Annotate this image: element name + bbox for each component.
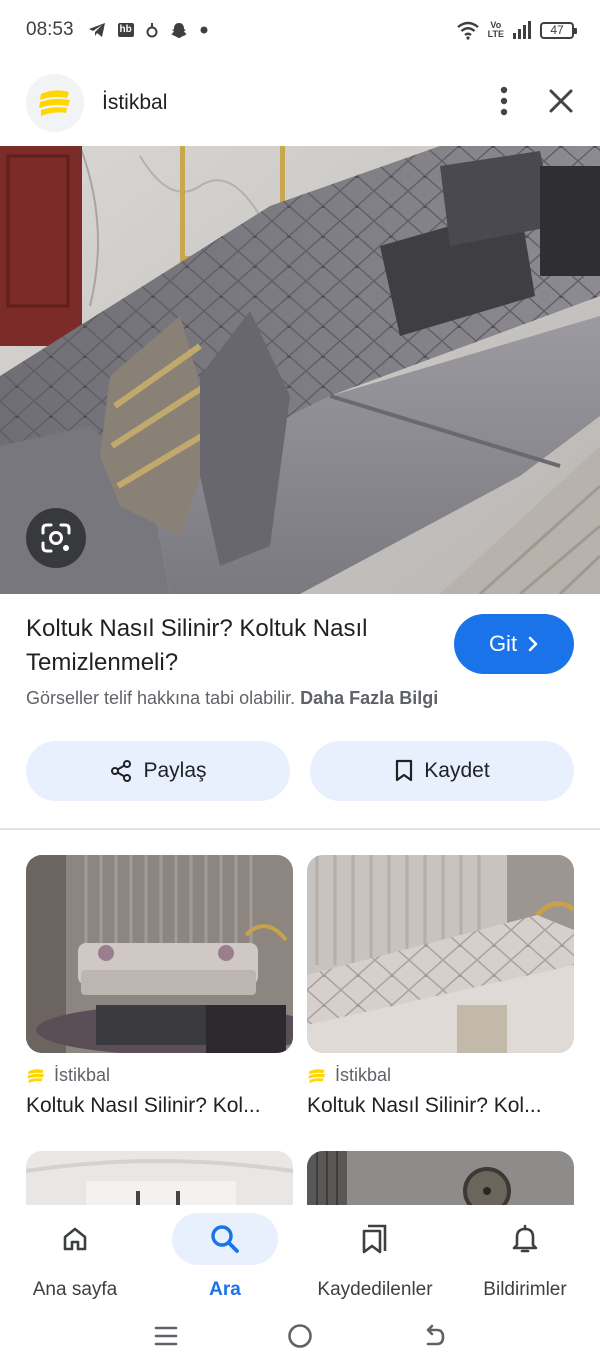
status-time: 08:53 [26, 19, 74, 40]
share-label: Paylaş [143, 759, 207, 782]
status-bar: 08:53 hb Vo LTE 47 [0, 0, 600, 60]
nav-saved-label: Kaydedilenler [317, 1279, 433, 1300]
action-buttons: Paylaş Kaydet [26, 741, 574, 801]
dot-icon [200, 26, 208, 34]
site-name[interactable]: İstikbal [102, 91, 167, 115]
related-card-title[interactable]: Koltuk Nasıl Silinir? Kol... [307, 1094, 574, 1118]
istikbal-logo-icon [308, 1068, 325, 1083]
ceiling-photo [26, 1151, 293, 1205]
close-icon[interactable] [548, 88, 574, 119]
chevron-right-icon [528, 636, 538, 652]
hb-icon: hb [117, 23, 134, 37]
sofa-photo [0, 146, 600, 594]
more-options-icon[interactable] [500, 86, 508, 121]
result-title[interactable]: Koltuk Nasıl Silinir? Koltuk Nasıl Temiz… [26, 612, 426, 680]
section-divider [0, 828, 600, 830]
related-card-source-name: İstikbal [54, 1065, 111, 1085]
back-icon[interactable] [422, 1324, 446, 1353]
related-card-title[interactable]: Koltuk Nasıl Silinir? Kol... [26, 1094, 293, 1118]
clock-wall-photo [307, 1151, 574, 1205]
nav-search[interactable]: Ara [150, 1205, 300, 1310]
nav-search-label: Ara [209, 1279, 241, 1300]
snapchat-icon [170, 21, 188, 39]
share-icon [111, 760, 132, 782]
related-card[interactable]: İstikbal Koltuk Nasıl Silinir? Kol... [307, 855, 574, 1118]
nav-home[interactable]: Ana sayfa [0, 1205, 150, 1310]
notification-icon [146, 22, 158, 38]
nav-notifications-icon-wrap [472, 1213, 578, 1265]
visit-button-label: Git [488, 631, 518, 656]
visit-button[interactable]: Git [454, 614, 574, 674]
related-card[interactable]: İstikbal Koltuk Nasıl Silinir? Kol... [26, 855, 293, 1118]
nav-saved-icon-wrap [322, 1213, 428, 1265]
search-icon [211, 1225, 239, 1253]
save-label: Kaydet [424, 759, 490, 782]
google-lens-button[interactable] [26, 508, 86, 568]
sofa-closeup-photo [307, 855, 574, 1053]
copyright-notice: Görseller telif hakkına tabi olabilir. D… [26, 688, 438, 709]
related-card-source-name: İstikbal [335, 1065, 392, 1085]
living-room-photo [26, 855, 293, 1053]
related-card-source: İstikbal [307, 1065, 574, 1086]
recent-apps-icon[interactable] [154, 1325, 178, 1352]
learn-more-link[interactable]: Daha Fazla Bilgi [300, 688, 438, 708]
home-circle-icon[interactable] [287, 1323, 313, 1354]
istikbal-logo-icon [39, 90, 70, 116]
signal-icon [512, 21, 532, 39]
related-card-source: İstikbal [26, 1065, 293, 1086]
bell-icon [512, 1224, 538, 1253]
bookmark-icon [396, 759, 413, 782]
nav-notifications[interactable]: Bildirimler [450, 1205, 600, 1310]
saved-icon [362, 1224, 387, 1254]
nav-search-icon-wrap [172, 1213, 278, 1265]
nav-notifications-label: Bildirimler [483, 1279, 567, 1300]
nav-home-icon-wrap [22, 1213, 128, 1265]
system-navigation-bar [0, 1310, 600, 1366]
nav-saved[interactable]: Kaydedilenler [300, 1205, 450, 1310]
home-icon [63, 1227, 87, 1251]
telegram-icon [88, 22, 106, 38]
hero-image[interactable] [0, 146, 600, 594]
battery-icon: 47 [540, 21, 577, 39]
related-card[interactable] [307, 1151, 574, 1205]
result-title-row: Koltuk Nasıl Silinir? Koltuk Nasıl Temiz… [26, 612, 574, 680]
bottom-navigation: Ana sayfa Ara Kaydedilenler Bildirimler [0, 1205, 600, 1310]
related-card[interactable] [26, 1151, 293, 1205]
google-lens-icon [41, 523, 71, 553]
istikbal-logo-icon [27, 1068, 44, 1083]
related-card-image[interactable] [26, 1151, 293, 1205]
wifi-icon [456, 20, 480, 40]
save-button[interactable]: Kaydet [310, 741, 574, 801]
share-button[interactable]: Paylaş [26, 741, 290, 801]
status-notification-icons: hb [88, 21, 208, 39]
copyright-text: Görseller telif hakkına tabi olabilir. [26, 688, 296, 708]
related-card-image[interactable] [26, 855, 293, 1053]
related-card-image[interactable] [307, 1151, 574, 1205]
site-logo[interactable] [26, 74, 84, 132]
header-actions [500, 86, 574, 121]
result-header: İstikbal [0, 72, 600, 134]
volte-icon: Vo LTE [488, 21, 504, 39]
nav-home-label: Ana sayfa [32, 1279, 118, 1300]
related-card-image[interactable] [307, 855, 574, 1053]
status-system-icons: Vo LTE 47 [456, 20, 577, 40]
volte-label-bottom: LTE [487, 29, 504, 39]
